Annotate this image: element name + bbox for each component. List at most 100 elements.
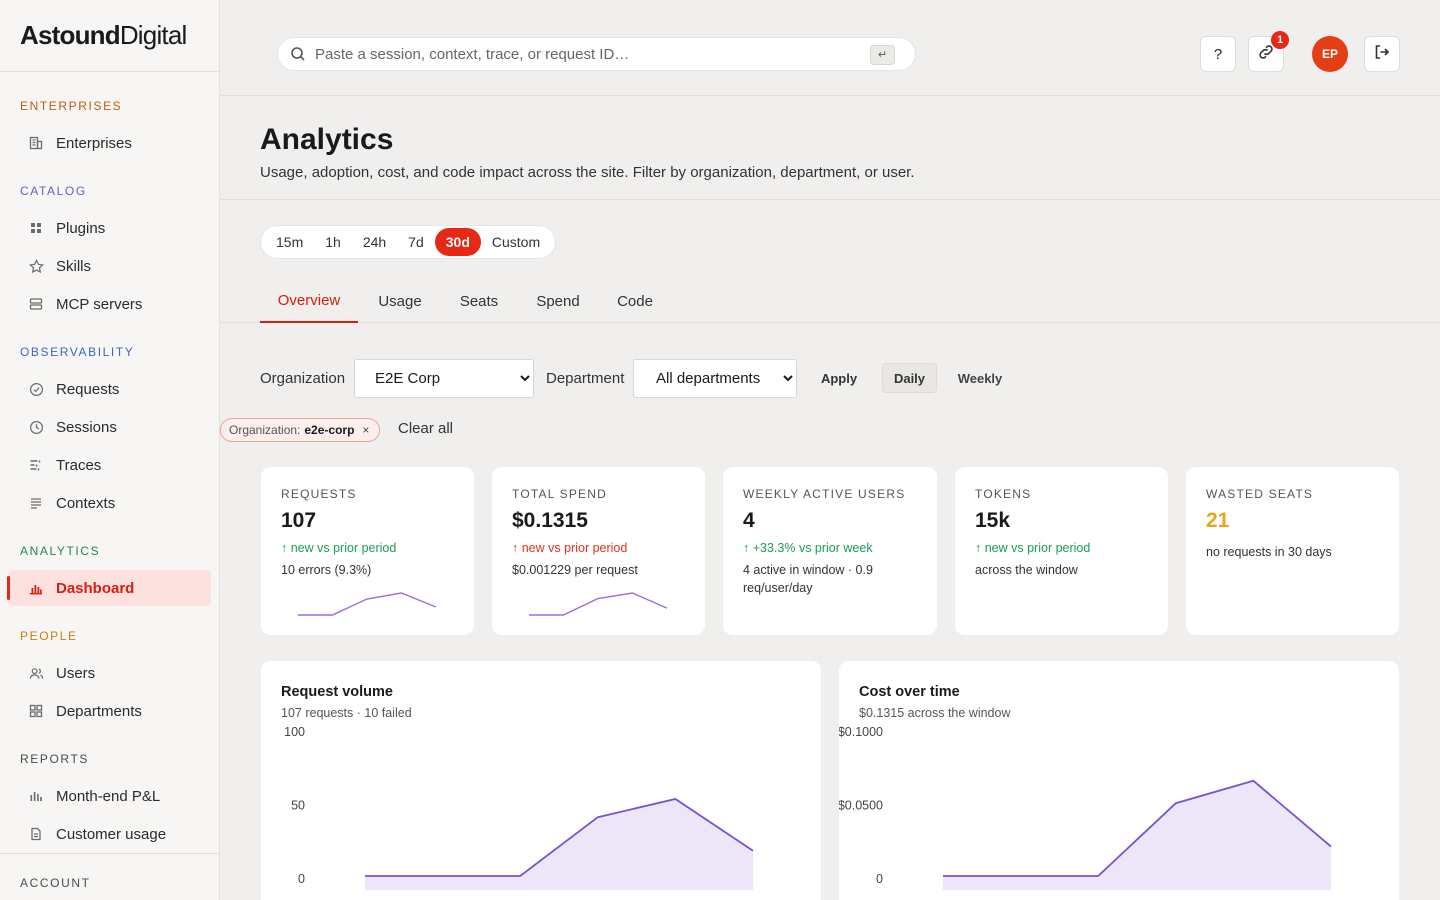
check-circle-icon — [28, 381, 44, 397]
department-select[interactable]: All departments — [633, 359, 797, 398]
link-icon — [1257, 43, 1275, 65]
sidebar-item-traces[interactable]: Traces — [8, 447, 211, 483]
chip-key: Organization: — [229, 423, 301, 437]
page-subtitle: Usage, adoption, cost, and code impact a… — [260, 164, 915, 181]
section-enterprises: ENTERPRISES — [20, 99, 123, 113]
kpi-meta: across the window — [975, 563, 1078, 577]
sidebar-item-users[interactable]: Users — [8, 655, 211, 691]
range-15m[interactable]: 15m — [265, 228, 314, 256]
help-button[interactable]: ? — [1200, 36, 1236, 72]
tab-code[interactable]: Code — [607, 280, 663, 323]
sidebar-item-requests[interactable]: Requests — [8, 371, 211, 407]
section-catalog: CATALOG — [20, 184, 87, 198]
search-box[interactable]: ↵ — [277, 37, 916, 71]
chip-remove-icon[interactable]: × — [362, 423, 369, 437]
document-icon — [28, 826, 44, 842]
sidebar-item-departments[interactable]: Departments — [8, 693, 211, 729]
lines-icon — [28, 495, 44, 511]
tab-usage[interactable]: Usage — [367, 280, 433, 323]
apply-button[interactable]: Apply — [810, 363, 868, 393]
kpi-meta: no requests in 30 days — [1206, 545, 1332, 559]
request-volume-panel: Request volume 107 requests · 10 failed … — [261, 661, 821, 900]
y-tick-label: 0 — [876, 872, 883, 886]
kpi-value: 4 — [743, 509, 755, 532]
range-1h[interactable]: 1h — [314, 228, 352, 256]
range-7d[interactable]: 7d — [397, 228, 435, 256]
kpi-meta: $0.001229 per request — [512, 563, 638, 577]
sidebar-item-label: Dashboard — [56, 579, 135, 597]
section-observability: OBSERVABILITY — [20, 345, 135, 359]
sidebar-item-skills[interactable]: Skills — [8, 248, 211, 284]
weekly-toggle[interactable]: Weekly — [948, 363, 1012, 393]
y-tick-label: $0.1000 — [839, 725, 883, 739]
department-label: Department — [546, 370, 625, 387]
sidebar-item-plugins[interactable]: Plugins — [8, 210, 211, 246]
sidebar-item-customer-usage[interactable]: Customer usage — [8, 816, 211, 852]
sidebar-item-enterprises[interactable]: Enterprises — [8, 125, 211, 161]
avatar[interactable]: EP — [1312, 36, 1348, 72]
sparkline-total-spend — [529, 592, 668, 616]
range-custom[interactable]: Custom — [481, 228, 551, 256]
bar-chart-icon — [28, 580, 44, 596]
sidebar-item-month-end-pl[interactable]: Month-end P&L — [8, 778, 211, 814]
organization-select[interactable]: E2E Corp — [354, 359, 534, 398]
kpi-value: 15k — [975, 509, 1011, 532]
kpi-delta: ↑ new vs prior period — [975, 541, 1091, 555]
request-volume-chart: 100 50 0 — [284, 725, 754, 890]
kpi-delta: ↑ new vs prior period — [512, 541, 628, 555]
kpi-label: WASTED SEATS — [1206, 487, 1314, 501]
notification-badge: 1 — [1271, 31, 1289, 49]
section-reports: REPORTS — [20, 752, 89, 766]
section-people: PEOPLE — [20, 629, 78, 643]
sidebar-item-mcp-servers[interactable]: MCP servers — [8, 286, 211, 322]
clear-all-link[interactable]: Clear all — [398, 420, 453, 437]
bars-icon — [28, 788, 44, 804]
cost-over-time-chart: $0.1000 $0.0500 0 — [839, 725, 1332, 890]
sidebar-item-sessions[interactable]: Sessions — [8, 409, 211, 445]
search-input[interactable] — [315, 45, 855, 63]
sparkline-series — [298, 592, 437, 616]
kpi-meta: 10 errors (9.3%) — [281, 563, 372, 577]
sidebar-item-label: Departments — [56, 702, 142, 720]
sparkline-series — [529, 592, 668, 616]
sidebar-item-label: Requests — [56, 380, 120, 398]
tab-seats[interactable]: Seats — [448, 280, 510, 323]
sidebar-item-label: Contexts — [56, 494, 116, 512]
filter-chip-organization: Organization: e2e-corp × — [220, 418, 381, 442]
kpi-card-wasted-seats: WASTED SEATS 21 no requests in 30 days — [1186, 467, 1399, 635]
grid-icon — [28, 220, 44, 236]
search-icon — [290, 46, 306, 62]
cost-over-time-panel: Cost over time $0.1315 across the window… — [839, 661, 1399, 900]
time-range-selector: 15m 1h 24h 7d 30d Custom — [260, 225, 557, 259]
logo-wordmark-bold: Astound — [20, 20, 121, 50]
kpi-card-total-spend: TOTAL SPEND $0.1315 ↑ new vs prior perio… — [492, 467, 705, 635]
logo-wordmark-light: Digital — [119, 20, 187, 50]
building-icon — [28, 135, 44, 151]
kpi-card-tokens: TOKENS 15k ↑ new vs prior period across … — [955, 467, 1168, 635]
y-tick-label: 0 — [298, 872, 305, 886]
traces-icon — [28, 457, 44, 473]
range-30d[interactable]: 30d — [434, 228, 481, 256]
tab-overview[interactable]: Overview — [260, 280, 358, 323]
sidebar-item-label: Sessions — [56, 418, 117, 436]
kpi-value: 107 — [281, 509, 317, 532]
sparkline-requests — [298, 592, 437, 616]
analytics-tabs: Overview Usage Seats Spend Code — [220, 280, 1440, 323]
sidebar-item-contexts[interactable]: Contexts — [8, 485, 211, 521]
sidebar-item-dashboard[interactable]: Dashboard — [7, 570, 211, 606]
squares-icon — [28, 703, 44, 719]
kpi-value: $0.1315 — [512, 509, 588, 532]
server-icon — [28, 296, 44, 312]
tab-spend[interactable]: Spend — [526, 280, 590, 323]
kpi-label: REQUESTS — [281, 487, 357, 501]
kpi-label: WEEKLY ACTIVE USERS — [743, 487, 906, 501]
logout-button[interactable] — [1364, 36, 1400, 72]
section-account: ACCOUNT — [20, 876, 91, 890]
users-icon — [28, 665, 44, 681]
daily-toggle[interactable]: Daily — [882, 363, 937, 393]
range-24h[interactable]: 24h — [352, 228, 397, 256]
section-analytics: ANALYTICS — [20, 544, 101, 558]
sidebar-item-label: Customer usage — [56, 825, 167, 843]
link-button[interactable]: 1 — [1248, 31, 1289, 72]
brand-logo[interactable]: Astound Digital — [0, 0, 219, 72]
